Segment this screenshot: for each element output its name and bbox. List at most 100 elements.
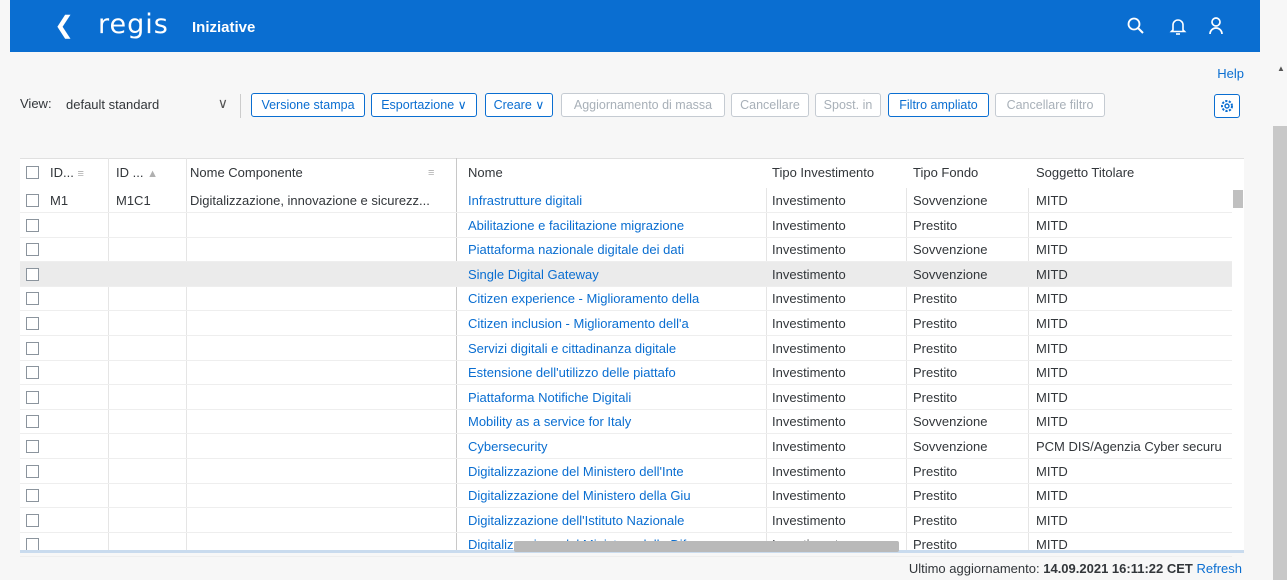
row-checkbox[interactable] xyxy=(26,342,39,355)
cell-soggetto-titolare: MITD xyxy=(1036,513,1068,528)
table-row[interactable]: Cybersecurity Investimento Sovvenzione PCM … xyxy=(20,434,1232,459)
cell-tipo-investimento: Investimento xyxy=(772,464,846,479)
page-scrollbar[interactable] xyxy=(1273,126,1287,580)
bell-icon[interactable] xyxy=(1168,16,1188,36)
cell-tipo-investimento: Investimento xyxy=(772,341,846,356)
cell-tipo-fondo: Sovvenzione xyxy=(913,193,988,208)
row-checkbox[interactable] xyxy=(26,243,39,256)
cell-id2: M1C1 xyxy=(116,193,151,208)
gear-icon[interactable] xyxy=(1214,94,1240,118)
cell-nome-link[interactable]: Mobility as a service for Italy xyxy=(468,409,758,434)
cell-tipo-fondo: Sovvenzione xyxy=(913,439,988,454)
search-icon[interactable] xyxy=(1126,16,1146,36)
column-header-id1[interactable]: ID... ≡ xyxy=(50,158,84,188)
row-checkbox[interactable] xyxy=(26,489,39,502)
sort-icon: ▲ xyxy=(147,168,158,180)
row-checkbox[interactable] xyxy=(26,366,39,379)
table-row[interactable]: Citizen inclusion - Miglioramento dell'a… xyxy=(20,311,1232,336)
cell-soggetto-titolare: MITD xyxy=(1036,537,1068,552)
cell-nome-link[interactable]: Abilitazione e facilitazione migrazione xyxy=(468,213,758,238)
table-row[interactable]: M1 M1C1 Digitalizzazione, innovazione e si… xyxy=(20,188,1232,213)
cell-nome-link[interactable]: Cybersecurity xyxy=(468,434,758,459)
cell-tipo-fondo: Sovvenzione xyxy=(913,267,988,282)
view-select[interactable]: default standard ∨ xyxy=(62,93,232,117)
spost-in-button[interactable]: Spost. in xyxy=(815,93,881,117)
scroll-up-icon[interactable]: ▲ xyxy=(1277,64,1285,73)
column-header-nome-componente[interactable]: Nome Componente xyxy=(190,158,303,188)
creare-button[interactable]: Creare ∨ xyxy=(485,93,553,117)
cell-nome-link[interactable]: Infrastrutture digitali xyxy=(468,188,758,213)
cell-tipo-investimento: Investimento xyxy=(772,316,846,331)
page-title: Iniziative xyxy=(192,19,256,36)
cell-nome-link[interactable]: Estensione dell'utilizzo delle piattafo xyxy=(468,360,758,385)
row-checkbox[interactable] xyxy=(26,465,39,478)
cell-tipo-fondo: Sovvenzione xyxy=(913,242,988,257)
chevron-down-icon: ∨ xyxy=(217,95,228,111)
cancellare-button[interactable]: Cancellare xyxy=(731,93,809,117)
row-checkbox[interactable] xyxy=(26,440,39,453)
select-all-checkbox[interactable] xyxy=(26,166,39,179)
table-row[interactable]: Citizen experience - Miglioramento della… xyxy=(20,286,1232,311)
cell-nome-link[interactable]: Piattaforma Notifiche Digitali xyxy=(468,385,758,410)
table-row[interactable]: Abilitazione e facilitazione migrazione I… xyxy=(20,213,1232,238)
cell-nome-link[interactable]: Digitalizzazione dell'Istituto Nazionale xyxy=(468,508,758,533)
table-row[interactable]: Piattaforma Notifiche Digitali Investimen… xyxy=(20,385,1232,410)
row-checkbox[interactable] xyxy=(26,391,39,404)
cell-soggetto-titolare: MITD xyxy=(1036,390,1068,405)
table-row[interactable]: Digitalizzazione del Ministero dell'Inte… xyxy=(20,459,1232,484)
column-header-id2[interactable]: ID ... ▲ xyxy=(116,158,158,188)
cell-nome-link[interactable]: Digitalizzazione del Ministero della Giu xyxy=(468,483,758,508)
row-checkbox[interactable] xyxy=(26,194,39,207)
cell-tipo-investimento: Investimento xyxy=(772,193,846,208)
cell-nome-link[interactable]: Servizi digitali e cittadinanza digitale xyxy=(468,336,758,361)
column-header-nome[interactable]: Nome xyxy=(468,158,503,188)
table-row[interactable]: Digitalizzazione del Ministero della Giu… xyxy=(20,483,1232,508)
table-scrollbar[interactable] xyxy=(1232,188,1244,550)
cell-nome-link[interactable]: Citizen inclusion - Miglioramento dell'a xyxy=(468,311,758,336)
table-row[interactable]: Single Digital Gateway Investimento Sovven… xyxy=(20,262,1232,287)
cell-tipo-investimento: Investimento xyxy=(772,242,846,257)
cancellare-filtro-button[interactable]: Cancellare filtro xyxy=(995,93,1105,117)
column-header-soggetto-titolare[interactable]: Soggetto Titolare xyxy=(1036,158,1134,188)
cell-tipo-investimento: Investimento xyxy=(772,291,846,306)
table-row[interactable]: Mobility as a service for Italy Investime… xyxy=(20,409,1232,434)
last-update-label: Ultimo aggiornamento: xyxy=(908,561,1040,576)
table-row[interactable]: Digitalizzazione dell'Istituto Nazionale… xyxy=(20,508,1232,533)
cell-soggetto-titolare: MITD xyxy=(1036,291,1068,306)
table-row[interactable]: Servizi digitali e cittadinanza digitale… xyxy=(20,336,1232,361)
row-checkbox[interactable] xyxy=(26,415,39,428)
help-link[interactable]: Help xyxy=(1217,66,1244,81)
column-header-tipo-investimento[interactable]: Tipo Investimento xyxy=(772,158,874,188)
horizontal-scroll-thumb[interactable] xyxy=(514,541,899,552)
cell-soggetto-titolare: MITD xyxy=(1036,365,1068,380)
cell-nome-link[interactable]: Digitalizzazione del Ministero dell'Inte xyxy=(468,459,758,484)
table-scrollbar-thumb[interactable] xyxy=(1233,190,1243,208)
row-checkbox[interactable] xyxy=(26,219,39,232)
cell-tipo-investimento: Investimento xyxy=(772,488,846,503)
aggiornamento-massa-button[interactable]: Aggiornamento di massa xyxy=(561,93,725,117)
cell-nome-link[interactable]: Single Digital Gateway xyxy=(468,262,758,287)
row-checkbox[interactable] xyxy=(26,317,39,330)
cell-soggetto-titolare: MITD xyxy=(1036,193,1068,208)
cell-tipo-fondo: Prestito xyxy=(913,291,958,306)
cell-tipo-fondo: Prestito xyxy=(913,488,958,503)
row-checkbox[interactable] xyxy=(26,514,39,527)
cell-nome-link[interactable]: Citizen experience - Miglioramento della xyxy=(468,286,758,311)
cell-tipo-fondo: Sovvenzione xyxy=(913,414,988,429)
esportazione-button[interactable]: Esportazione ∨ xyxy=(371,93,477,117)
cell-tipo-investimento: Investimento xyxy=(772,414,846,429)
versione-stampa-button[interactable]: Versione stampa xyxy=(251,93,365,117)
table-row[interactable]: Estensione dell'utilizzo delle piattafo I… xyxy=(20,360,1232,385)
cell-nome-link[interactable]: Piattaforma nazionale digitale dei dati xyxy=(468,237,758,262)
cell-nome-componente: Digitalizzazione, innovazione e sicurezz… xyxy=(190,193,430,208)
user-icon[interactable] xyxy=(1206,16,1226,36)
filtro-ampliato-button[interactable]: Filtro ampliato xyxy=(888,93,989,117)
row-checkbox[interactable] xyxy=(26,268,39,281)
back-icon[interactable]: ❮ xyxy=(54,14,74,38)
column-header-tipo-fondo[interactable]: Tipo Fondo xyxy=(913,158,978,188)
row-checkbox[interactable] xyxy=(26,292,39,305)
table-row[interactable]: Piattaforma nazionale digitale dei dati I… xyxy=(20,237,1232,262)
refresh-link[interactable]: Refresh xyxy=(1196,561,1242,576)
shell-bar: ❮ regis Iniziative xyxy=(10,0,1260,52)
footer-status: Ultimo aggiornamento: 14.09.2021 16:11:2… xyxy=(909,561,1242,576)
